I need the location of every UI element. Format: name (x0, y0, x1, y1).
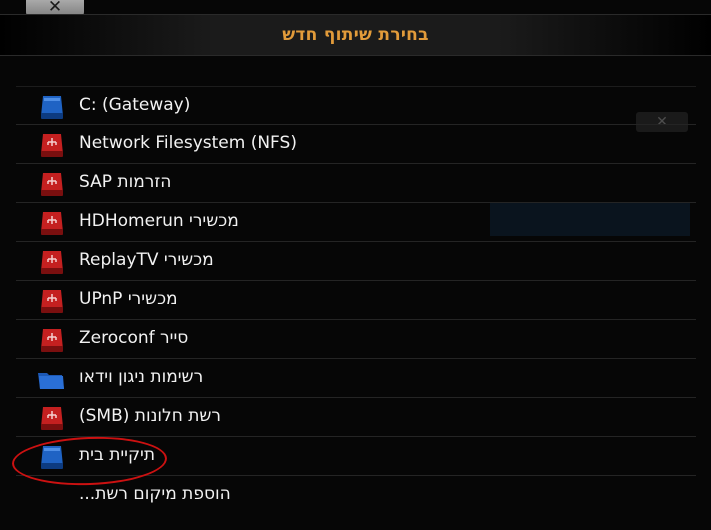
list-item-label: UPnP מכשירי (79, 289, 178, 309)
list-item-replaytv[interactable]: ReplayTV מכשירי (16, 242, 696, 281)
network-drive-icon (41, 290, 63, 313)
list-item-label: SAP הזרמות (79, 172, 172, 192)
dialog-title: בחירת שיתוף חדש (282, 25, 429, 45)
list-item-label: (SMB) רשת חלונות (79, 406, 222, 426)
list-item-label: ReplayTV מכשירי (79, 250, 214, 270)
list-item-nfs[interactable]: Network Filesystem (NFS) (16, 125, 696, 164)
list-item-label: רשימות ניגון וידאו (79, 367, 204, 387)
blue-folder-icon (38, 373, 64, 389)
list-item-hdhomerun[interactable]: HDHomerun מכשירי (16, 203, 696, 242)
list-item-sap[interactable]: SAP הזרמות (16, 164, 696, 203)
list-item-upnp[interactable]: UPnP מכשירי (16, 281, 696, 320)
list-item-gateway-drive[interactable]: C: (Gateway) (16, 86, 696, 125)
list-item-smb[interactable]: (SMB) רשת חלונות (16, 398, 696, 437)
list-item-video-playlists[interactable]: רשימות ניגון וידאו (16, 359, 696, 398)
list-item-label: C: (Gateway) (79, 95, 191, 115)
network-drive-icon (41, 251, 63, 274)
blue-drive-icon (41, 96, 63, 119)
list-item-label: Zeroconf סייר (79, 328, 189, 348)
network-drive-icon (41, 329, 63, 352)
network-drive-icon (41, 173, 63, 196)
network-drive-icon (41, 407, 63, 430)
list-item-zeroconf[interactable]: Zeroconf סייר (16, 320, 696, 359)
network-drive-icon (41, 212, 63, 235)
list-item-label: הוספת מיקום רשת... (79, 484, 231, 504)
dialog-header: בחירת שיתוף חדש (0, 14, 711, 56)
list-item-label: Network Filesystem (NFS) (79, 133, 297, 153)
list-item-label: HDHomerun מכשירי (79, 211, 239, 231)
network-drive-icon (41, 134, 63, 157)
